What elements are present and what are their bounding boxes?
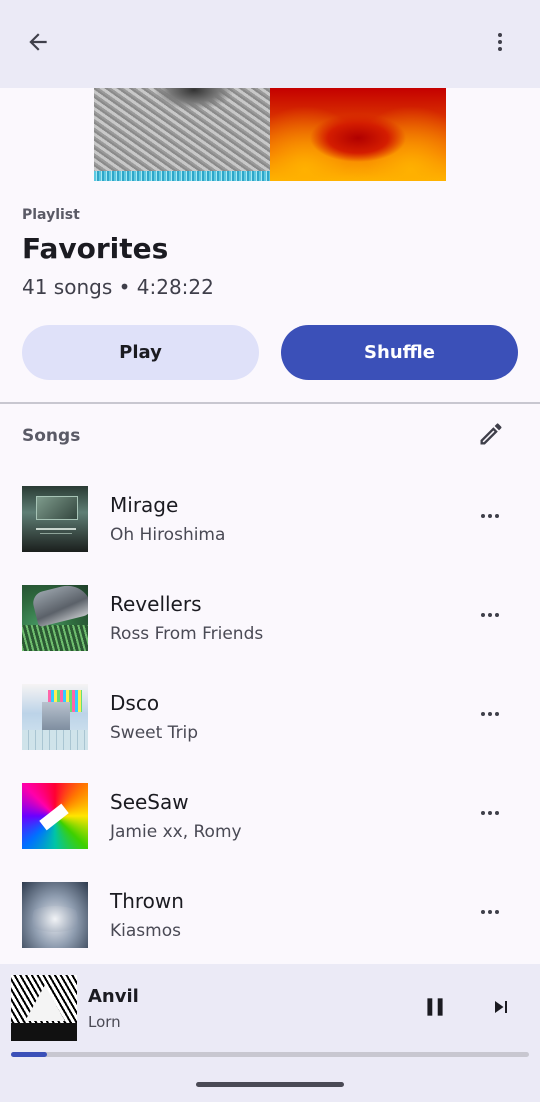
album-art	[22, 882, 88, 948]
now-playing-bar[interactable]: Anvil Lorn	[0, 964, 540, 1102]
more-horizontal-icon	[478, 702, 502, 730]
song-artist: Ross From Friends	[110, 624, 264, 644]
song-title: Revellers	[110, 592, 202, 616]
divider	[0, 402, 540, 404]
list-item[interactable]: Dsco Sweet Trip	[0, 667, 540, 766]
page-title: Favorites	[22, 232, 169, 265]
list-item[interactable]: Thrown Kiasmos	[0, 865, 540, 964]
pause-button[interactable]	[414, 988, 456, 1030]
shuffle-button[interactable]: Shuffle	[281, 325, 518, 380]
gesture-handle	[196, 1082, 344, 1087]
cover-art-tile	[94, 88, 270, 181]
album-art	[22, 585, 88, 651]
more-vertical-icon	[488, 30, 512, 58]
playback-progress-fill	[11, 1052, 48, 1057]
playlist-meta: 41 songs • 4:28:22	[22, 275, 214, 299]
song-more-button[interactable]	[466, 894, 514, 934]
pause-icon	[422, 994, 448, 1024]
more-horizontal-icon	[478, 801, 502, 829]
song-artist: Kiasmos	[110, 921, 181, 941]
playback-progress[interactable]	[11, 1052, 529, 1057]
cover-art-tile	[270, 88, 446, 181]
skip-next-icon	[489, 995, 513, 1023]
song-more-button[interactable]	[466, 795, 514, 835]
next-button[interactable]	[480, 988, 522, 1030]
top-app-bar	[0, 0, 540, 88]
song-more-button[interactable]	[466, 498, 514, 538]
now-playing-album-art	[11, 975, 77, 1041]
song-artist: Oh Hiroshima	[110, 525, 226, 545]
song-list: Mirage Oh Hiroshima Revellers Ross From …	[0, 469, 540, 964]
list-item[interactable]: Revellers Ross From Friends	[0, 568, 540, 667]
pencil-icon	[477, 420, 505, 452]
song-artist: Jamie xx, Romy	[110, 822, 242, 842]
now-playing-artist: Lorn	[88, 1013, 121, 1031]
more-horizontal-icon	[478, 900, 502, 928]
album-art	[22, 684, 88, 750]
back-button[interactable]	[16, 22, 60, 66]
more-horizontal-icon	[478, 504, 502, 532]
song-title: Thrown	[110, 889, 184, 913]
song-title: Dsco	[110, 691, 160, 715]
list-item[interactable]: SeeSaw Jamie xx, Romy	[0, 766, 540, 865]
play-button[interactable]: Play	[22, 325, 259, 380]
more-options-button[interactable]	[478, 22, 522, 66]
song-more-button[interactable]	[466, 696, 514, 736]
playlist-cover-art	[94, 88, 446, 181]
arrow-left-icon	[25, 29, 51, 59]
list-item[interactable]: Mirage Oh Hiroshima	[0, 469, 540, 568]
song-title: SeeSaw	[110, 790, 189, 814]
edit-playlist-button[interactable]	[470, 415, 512, 457]
song-artist: Sweet Trip	[110, 723, 199, 743]
now-playing-title: Anvil	[88, 986, 139, 1007]
songs-section-label: Songs	[22, 426, 81, 446]
playlist-kicker: Playlist	[22, 207, 80, 223]
song-title: Mirage	[110, 493, 179, 517]
album-art	[22, 783, 88, 849]
song-more-button[interactable]	[466, 597, 514, 637]
more-horizontal-icon	[478, 603, 502, 631]
album-art	[22, 486, 88, 552]
